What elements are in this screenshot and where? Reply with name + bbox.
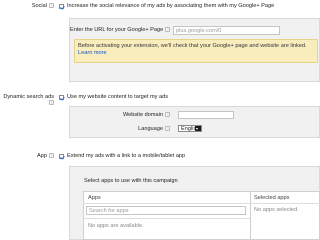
app-picker-divider (250, 191, 251, 240)
social-label-text: Social (31, 3, 47, 9)
no-apps-selected: No apps selected. (254, 207, 299, 213)
social-label: Social? (18, 3, 54, 9)
search-apps-input[interactable]: Search for apps (86, 206, 246, 215)
help-icon[interactable]: ? (165, 112, 170, 118)
dynamic-search-ads-label-text: Dynamic search ads (3, 94, 54, 100)
google-plus-url-label: Enter the URL for your Google+ Page? (70, 27, 175, 33)
selected-header-divider (250, 203, 320, 204)
app-label-text: App (37, 153, 47, 159)
google-plus-url-placeholder: plus.google.com/0 (176, 27, 222, 34)
learn-more-link[interactable]: Learn more (78, 50, 107, 56)
chevron-down-icon[interactable] (194, 126, 201, 131)
selected-apps-column-header: Selected apps (254, 195, 290, 201)
social-checkbox-label: Increase the social relevance of my ads … (67, 3, 275, 9)
apps-search-divider (83, 218, 250, 219)
language-select[interactable]: English (178, 125, 202, 132)
language-label: Language? (100, 126, 170, 132)
website-domain-label: Website domain? (100, 112, 170, 118)
help-icon[interactable]: ? (49, 100, 54, 106)
notice-text: Before activating your extension, we'll … (78, 42, 307, 49)
no-apps-available: No apps are available. (88, 223, 144, 229)
website-domain-input[interactable] (178, 110, 234, 119)
google-plus-url-input[interactable]: plus.google.com/0 (173, 25, 280, 35)
dynamic-search-ads-label: Dynamic search ads? (0, 94, 54, 106)
app-label: App? (20, 153, 54, 159)
apps-header-divider (83, 203, 250, 204)
apps-column-header: Apps (88, 195, 101, 201)
google-plus-url-label-text: Enter the URL for your Google+ Page (70, 27, 164, 33)
select-apps-prompt: Select apps to use with this campaign (84, 178, 178, 184)
help-icon[interactable]: ? (49, 3, 54, 9)
website-domain-label-text: Website domain (122, 112, 163, 118)
help-icon[interactable]: ? (165, 27, 171, 33)
language-label-text: Language (138, 126, 163, 132)
help-icon[interactable]: ? (49, 153, 54, 159)
search-apps-placeholder: Search for apps (89, 208, 129, 215)
help-icon[interactable]: ? (165, 126, 170, 132)
google-plus-notice: Before activating your extension, we'll … (74, 39, 318, 63)
social-checkbox[interactable] (59, 4, 64, 9)
app-checkbox-label: Extend my ads with a link to a mobile/ta… (67, 153, 186, 159)
dynamic-search-ads-checkbox-label: Use my website content to target my ads (67, 94, 169, 100)
app-checkbox[interactable] (59, 154, 64, 159)
dynamic-search-ads-checkbox[interactable] (59, 95, 64, 100)
